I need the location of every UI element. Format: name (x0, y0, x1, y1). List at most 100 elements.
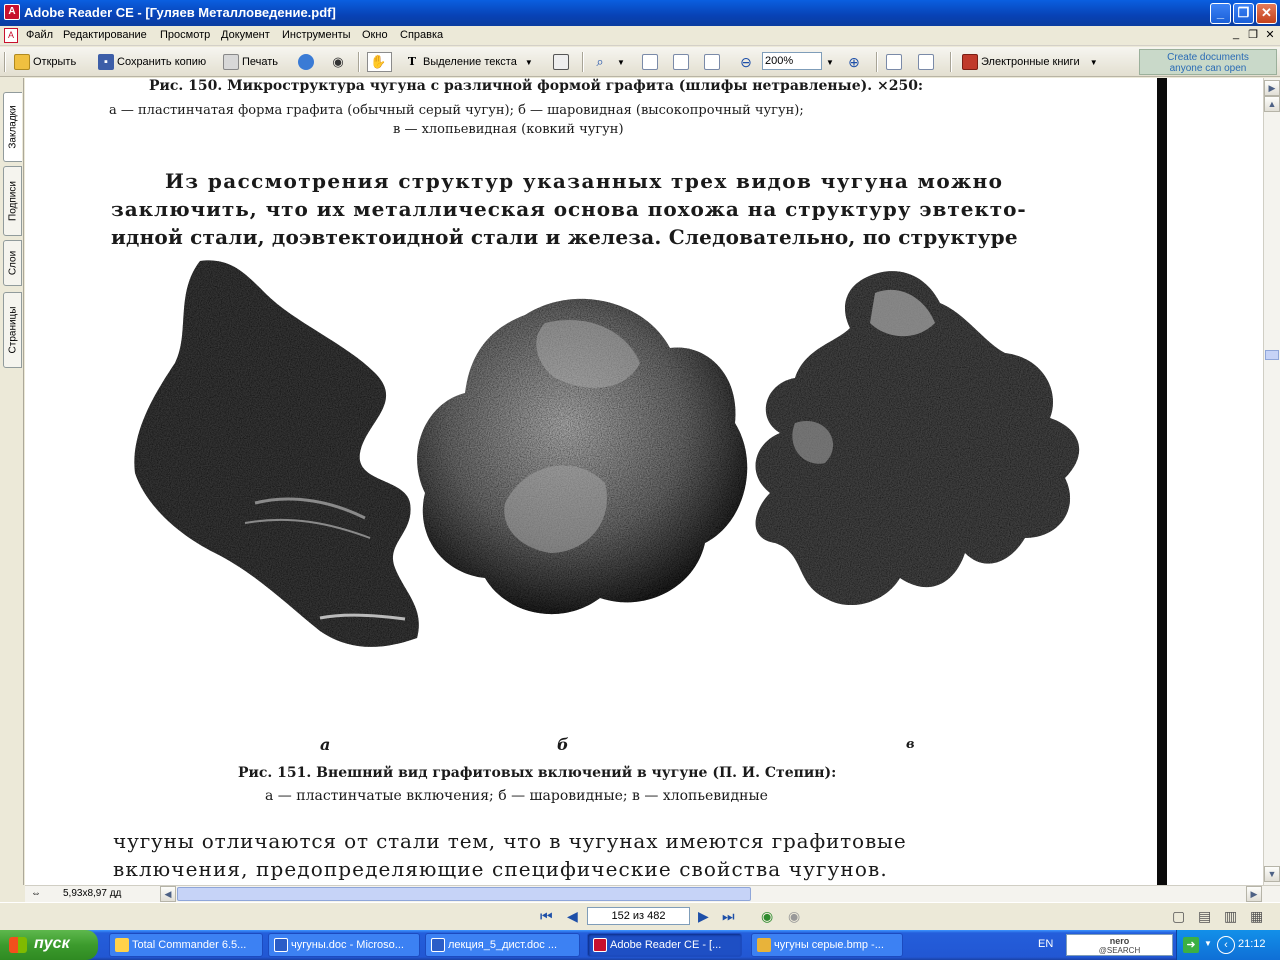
reflow-button[interactable] (918, 52, 937, 72)
tab-signatures[interactable]: Подписи (3, 166, 22, 236)
scroll-right-tab-icon[interactable]: ▶ (1264, 80, 1280, 96)
tab-bookmarks[interactable]: Закладки (3, 92, 22, 162)
task-label: лекция_5_дист.doc ... (448, 939, 558, 951)
paragraph-line: Из рассмотрения структур указанных трех … (165, 169, 1004, 193)
nero-search-text: @SEARCH (1098, 946, 1141, 955)
chevron-down-icon[interactable]: ▼ (1090, 58, 1098, 67)
last-page-icon[interactable]: ⏭ (722, 909, 735, 923)
doc-close-button[interactable]: ✕ (1262, 28, 1278, 43)
close-button[interactable]: ✕ (1256, 3, 1277, 24)
tab-pages[interactable]: Страницы (3, 292, 22, 368)
paragraph-line: включения, предопределяющие специфически… (113, 857, 888, 881)
start-button[interactable]: пуск (0, 930, 98, 960)
language-indicator[interactable]: EN (1038, 938, 1053, 950)
zoom-in-tool-button[interactable]: ⌕ ▼ (592, 52, 625, 72)
scroll-up-button[interactable]: ▲ (1264, 96, 1280, 112)
snapshot-button[interactable] (553, 52, 572, 72)
menu-file[interactable]: Файл (26, 29, 53, 41)
taskbar-item-word-doc-2[interactable]: лекция_5_дист.doc ... (425, 933, 580, 957)
page-separator (1157, 78, 1167, 885)
zoom-out-button[interactable]: ⊖ (738, 52, 757, 72)
create-documents-promo[interactable]: Create documents anyone can open (1139, 49, 1277, 75)
total-commander-icon (115, 938, 129, 952)
paragraph-line: идной стали, доэвтектоидной стали и желе… (111, 225, 1018, 249)
single-page-view-icon[interactable]: ▢ (1172, 909, 1185, 923)
doc-restore-button[interactable]: ❐ (1245, 28, 1261, 43)
tab-bookmarks-label: Закладки (7, 105, 19, 149)
menu-tools[interactable]: Инструменты (282, 29, 351, 41)
chevron-down-icon[interactable]: ▼ (617, 58, 625, 67)
windows-taskbar: пуск Total Commander 6.5... чугуны.doc -… (0, 930, 1280, 960)
figure-label-b: б (557, 735, 569, 754)
magnifier-icon: ⌕ (596, 54, 604, 69)
go-back-icon[interactable]: ◉ (761, 909, 773, 923)
print-button[interactable]: Печать (223, 52, 278, 72)
expand-icon[interactable]: ⇔ (31, 888, 41, 899)
menu-help[interactable]: Справка (400, 29, 443, 41)
toolbar-separator (582, 52, 584, 72)
title-bar[interactable]: A Adobe Reader CE - [Гуляев Металловеден… (0, 0, 1280, 26)
taskbar-item-paint[interactable]: чугуны серые.bmp -... (751, 933, 903, 957)
next-page-icon[interactable]: ▶ (698, 909, 709, 923)
tab-layers[interactable]: Слои (3, 240, 22, 286)
arrow-tray-icon[interactable]: ➜ (1183, 937, 1199, 953)
horizontal-scroll-thumb[interactable] (177, 887, 751, 901)
hand-tool-button[interactable]: ✋ (367, 52, 392, 72)
web-search-button[interactable] (298, 52, 317, 72)
menu-view[interactable]: Просмотр (160, 29, 210, 41)
start-label: пуск (34, 935, 70, 952)
scroll-down-button[interactable]: ▼ (1264, 866, 1280, 882)
zoom-in-button[interactable]: ⊕ (846, 52, 865, 72)
nero-search-box[interactable]: nero @SEARCH (1066, 934, 1173, 956)
page-number-input[interactable]: 152 из 482 (587, 907, 690, 925)
reflow-icon (918, 54, 934, 70)
task-label: Total Commander 6.5... (132, 939, 247, 951)
zoom-input[interactable]: 200% (762, 52, 822, 70)
rotate-button[interactable] (886, 52, 905, 72)
page-size-label: 5,93x8,97 дд (63, 888, 122, 899)
go-forward-icon[interactable]: ◉ (788, 909, 800, 923)
fit-width-icon (704, 54, 720, 70)
promo-line-2: anyone can open (1169, 63, 1247, 74)
zoom-dropdown[interactable]: ▼ (826, 52, 834, 72)
taskbar-item-word-doc-1[interactable]: чугуны.doc - Microso... (268, 933, 420, 957)
actual-size-button[interactable] (642, 52, 661, 72)
facing-view-icon[interactable]: ▥ (1224, 909, 1237, 923)
previous-page-icon[interactable]: ◀ (567, 909, 578, 923)
restore-button[interactable]: ❐ (1233, 3, 1254, 24)
minimize-button[interactable]: _ (1210, 3, 1231, 24)
horizontal-scrollbar[interactable]: ⇔ 5,93x8,97 дд ◀ ▶ (25, 885, 1280, 902)
doc-minimize-button[interactable]: _ (1228, 28, 1244, 43)
adobe-reader-icon (593, 938, 607, 952)
fit-width-button[interactable] (704, 52, 723, 72)
select-text-button[interactable]: T Выделение текста ▼ (404, 52, 533, 72)
open-button[interactable]: Открыть (14, 52, 76, 72)
paragraph-line: чугуны отличаются от стали тем, что в чу… (113, 829, 907, 853)
document-viewer[interactable]: Рис. 150. Микроструктура чугуна с различ… (25, 78, 1263, 885)
menu-document[interactable]: Документ (221, 29, 270, 41)
scroll-left-button[interactable]: ◀ (160, 886, 176, 902)
menu-window[interactable]: Окно (362, 29, 388, 41)
fit-page-button[interactable] (673, 52, 692, 72)
continuous-facing-view-icon[interactable]: ▦ (1250, 909, 1263, 923)
find-button[interactable]: ◉ (330, 52, 349, 72)
show-hidden-icons-icon[interactable]: ‹ (1217, 936, 1235, 954)
first-page-icon[interactable]: ⏮ (540, 909, 553, 923)
nero-logo-text: nero (1109, 936, 1130, 946)
pdf-document-icon[interactable]: A (4, 28, 18, 43)
taskbar-item-total-commander[interactable]: Total Commander 6.5... (109, 933, 263, 957)
taskbar-item-adobe-reader[interactable]: Adobe Reader CE - [... (587, 933, 742, 957)
chevron-down-icon[interactable]: ▼ (1204, 939, 1212, 948)
menu-edit[interactable]: Редактирование (63, 29, 147, 41)
fig151-caption-line2: а — пластинчатые включения; б — шаровидн… (265, 788, 768, 804)
toolbar-separator (358, 52, 360, 72)
chevron-down-icon[interactable]: ▼ (525, 58, 533, 67)
save-copy-button[interactable]: ▪ Сохранить копию (98, 52, 206, 72)
continuous-view-icon[interactable]: ▤ (1198, 909, 1211, 923)
ebooks-button[interactable]: Электронные книги ▼ (962, 52, 1098, 72)
vertical-scroll-thumb[interactable] (1265, 350, 1279, 360)
globe-icon (298, 54, 314, 70)
vertical-scrollbar[interactable]: ▶ ▲ ▼ (1263, 78, 1280, 885)
word-document-icon (431, 938, 445, 952)
scroll-right-button[interactable]: ▶ (1246, 886, 1262, 902)
